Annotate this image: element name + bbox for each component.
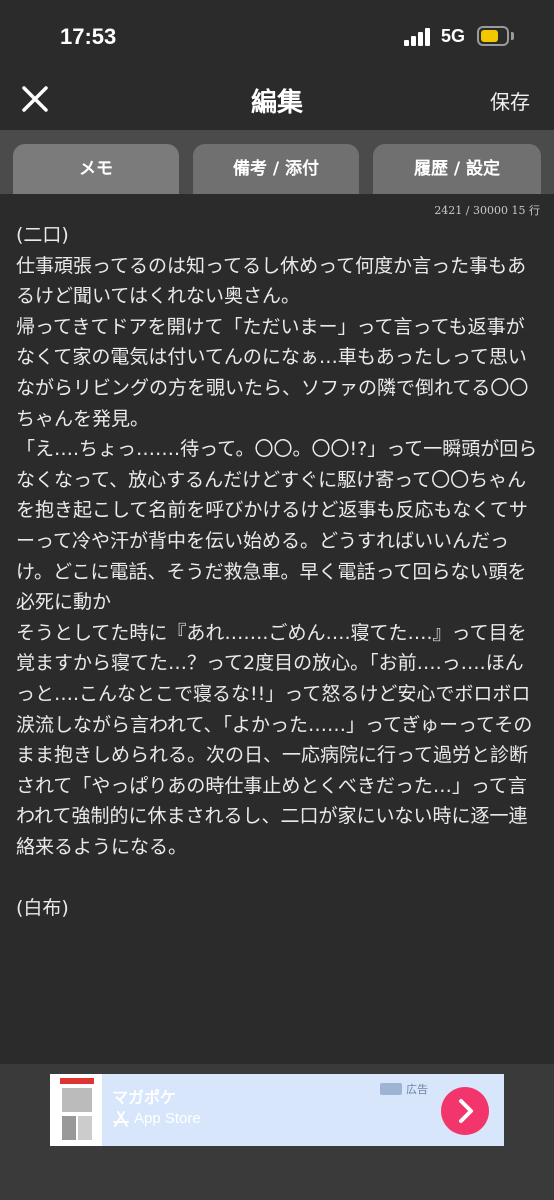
nav-header: 編集 保存 — [0, 70, 554, 130]
save-button[interactable]: 保存 — [490, 86, 530, 115]
memo-editor[interactable]: 2421 / 30000 15 行 (二口) 仕事頑張ってるのは知ってるし休めっ… — [0, 194, 554, 1064]
ad-app-name: マガポケ — [112, 1088, 177, 1107]
tab-history-settings[interactable]: 履歴 / 設定 — [373, 144, 541, 194]
tab-memo[interactable]: メモ — [13, 144, 179, 194]
chevron-right-icon — [459, 1099, 473, 1123]
battery-icon — [477, 26, 509, 46]
network-label: 5G — [441, 26, 466, 46]
tab-notes-attachments[interactable]: 備考 / 添付 — [193, 144, 359, 194]
page-title: 編集 — [250, 88, 303, 118]
ad-area: マガポケ App Store 広告 — [0, 1064, 554, 1200]
ad-badge-label: 広告 — [406, 1083, 428, 1096]
status-bar: 17:53 5G — [0, 0, 554, 70]
tab-bar: メモ 備考 / 添付 履歴 / 設定 — [0, 130, 554, 194]
ad-network-logo — [380, 1083, 402, 1095]
signal-icon — [404, 28, 434, 46]
memo-text[interactable]: (二口) 仕事頑張ってるのは知ってるし休めって何度か言った事もあるけど聞いてはく… — [16, 220, 542, 924]
character-counter: 2421 / 30000 15 行 — [434, 204, 540, 217]
battery-cap — [511, 32, 514, 40]
ad-store-label: App Store — [134, 1110, 201, 1127]
ad-banner[interactable]: マガポケ App Store 広告 — [50, 1074, 504, 1146]
ad-badge: 広告 — [380, 1081, 434, 1097]
app-store-icon — [113, 1111, 129, 1127]
ad-thumbnail — [50, 1074, 102, 1146]
ad-open-button[interactable] — [441, 1087, 489, 1135]
status-time: 17:53 — [60, 24, 117, 49]
